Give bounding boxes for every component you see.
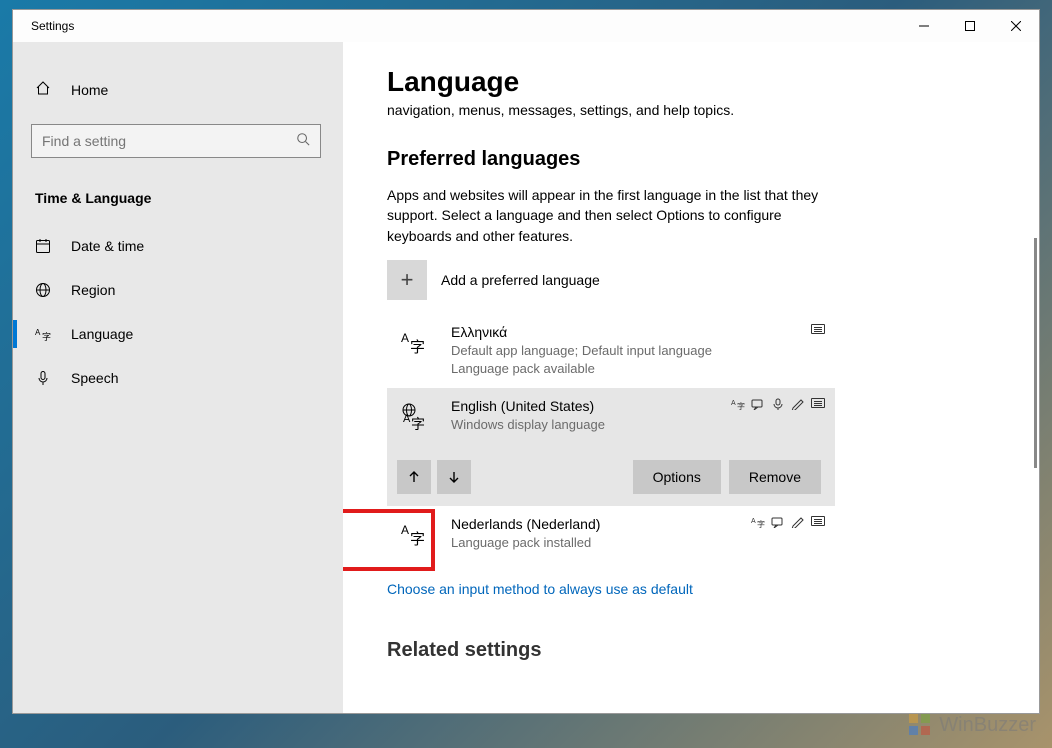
svg-text:A: A bbox=[751, 518, 756, 525]
home-nav[interactable]: Home bbox=[13, 70, 343, 110]
nav-label: Speech bbox=[71, 370, 118, 386]
speech-icon bbox=[771, 398, 785, 410]
svg-text:字: 字 bbox=[411, 416, 425, 430]
preferred-languages-heading: Preferred languages bbox=[387, 148, 999, 171]
preferred-languages-desc: Apps and websites will appear in the fir… bbox=[387, 185, 827, 246]
home-label: Home bbox=[71, 82, 108, 98]
search-box[interactable] bbox=[31, 124, 321, 158]
highlight-annotation bbox=[343, 509, 435, 571]
keyboard-icon bbox=[811, 516, 825, 526]
svg-text:A: A bbox=[35, 328, 41, 337]
truncated-line: navigation, menus, messages, settings, a… bbox=[387, 102, 999, 118]
svg-text:字: 字 bbox=[42, 331, 51, 342]
tts-icon bbox=[751, 398, 765, 410]
search-input[interactable] bbox=[42, 133, 296, 149]
display-icon: A字 bbox=[731, 398, 745, 410]
language-glyph-globe-icon: A字 bbox=[395, 398, 431, 434]
language-subtitle: Language pack installed bbox=[451, 534, 823, 552]
window-title: Settings bbox=[31, 19, 74, 33]
watermark-text: WinBuzzer bbox=[939, 714, 1036, 737]
language-item-english[interactable]: A字 English (United States) Windows displ… bbox=[387, 388, 835, 450]
maximize-button[interactable] bbox=[947, 10, 993, 42]
tts-icon bbox=[771, 516, 785, 528]
svg-text:A: A bbox=[731, 400, 736, 407]
category-label: Time & Language bbox=[13, 172, 343, 224]
globe-icon bbox=[35, 282, 51, 298]
handwriting-icon bbox=[791, 398, 805, 410]
calendar-icon bbox=[35, 238, 51, 254]
remove-button[interactable]: Remove bbox=[729, 460, 821, 494]
language-icon: A字 bbox=[35, 326, 51, 342]
add-language-button[interactable]: + Add a preferred language bbox=[387, 260, 999, 300]
nav-label: Language bbox=[71, 326, 133, 342]
titlebar: Settings bbox=[13, 10, 1039, 42]
watermark: WinBuzzer bbox=[907, 712, 1036, 738]
sidebar: Home Time & Language Date & time Region … bbox=[13, 42, 343, 713]
search-icon bbox=[296, 132, 310, 151]
language-subtitle: Default app language; Default input lang… bbox=[451, 342, 823, 360]
move-down-button[interactable] bbox=[437, 460, 471, 494]
home-icon bbox=[35, 80, 51, 101]
winbuzzer-logo-icon bbox=[907, 712, 933, 738]
handwriting-icon bbox=[791, 516, 805, 528]
content-pane: Language navigation, menus, messages, se… bbox=[343, 42, 1039, 713]
language-actions-row: Options Remove bbox=[387, 450, 835, 506]
close-button[interactable] bbox=[993, 10, 1039, 42]
keyboard-icon bbox=[811, 324, 825, 334]
nav-language[interactable]: A字 Language bbox=[13, 312, 343, 356]
plus-icon: + bbox=[387, 260, 427, 300]
keyboard-icon bbox=[811, 398, 825, 408]
svg-text:字: 字 bbox=[410, 339, 425, 356]
svg-text:字: 字 bbox=[757, 519, 765, 528]
nav-region[interactable]: Region bbox=[13, 268, 343, 312]
nav-label: Region bbox=[71, 282, 115, 298]
page-title: Language bbox=[387, 66, 999, 98]
add-language-label: Add a preferred language bbox=[441, 272, 600, 288]
options-button[interactable]: Options bbox=[633, 460, 721, 494]
svg-text:字: 字 bbox=[737, 401, 745, 410]
nav-label: Date & time bbox=[71, 238, 144, 254]
input-method-link[interactable]: Choose an input method to always use as … bbox=[387, 581, 693, 597]
language-item-greek[interactable]: A字 Ελληνικά Default app language; Defaul… bbox=[387, 314, 835, 388]
mic-icon bbox=[35, 370, 51, 386]
language-item-dutch[interactable]: A字 Nederlands (Nederland) Language pack … bbox=[387, 506, 835, 562]
move-up-button[interactable] bbox=[397, 460, 431, 494]
language-subtitle-2: Language pack available bbox=[451, 360, 823, 378]
svg-text:A: A bbox=[401, 331, 409, 345]
display-icon: A字 bbox=[751, 516, 765, 528]
language-name: Ελληνικά bbox=[451, 324, 823, 340]
language-subtitle: Windows display language bbox=[451, 416, 823, 434]
language-glyph-icon: A字 bbox=[395, 324, 431, 378]
settings-window: Settings Home Time & Language bbox=[12, 9, 1040, 714]
scrollbar-thumb[interactable] bbox=[1034, 238, 1037, 468]
nav-speech[interactable]: Speech bbox=[13, 356, 343, 400]
minimize-button[interactable] bbox=[901, 10, 947, 42]
svg-text:A: A bbox=[403, 413, 411, 425]
nav-date-time[interactable]: Date & time bbox=[13, 224, 343, 268]
related-settings-heading: Related settings bbox=[387, 639, 999, 662]
